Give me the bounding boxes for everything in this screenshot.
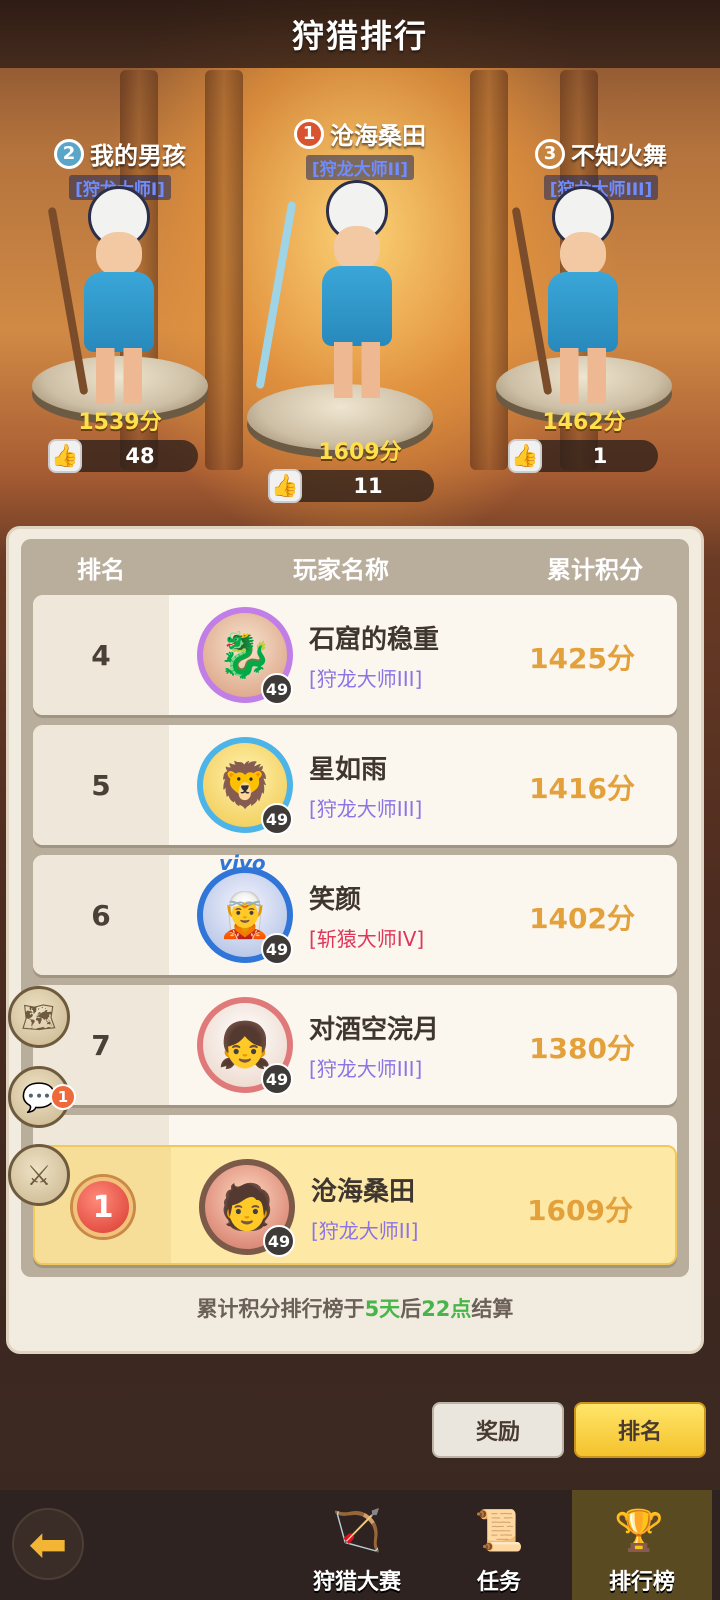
rank-medal-icon: 3 — [535, 138, 565, 169]
like-button[interactable]: 👍 48 — [48, 439, 198, 473]
level-badge: 49 — [261, 1063, 293, 1095]
back-arrow-icon[interactable]: ⬅ — [12, 1508, 84, 1580]
podium-score: 1539分 — [78, 410, 162, 435]
ranking-panel: 排名 玩家名称 累计积分 4 🐉 49 石窟的稳重 [狩龙大师III] 1425… — [6, 526, 704, 1354]
settle-suffix: 结算 — [471, 1297, 514, 1321]
level-badge: 49 — [261, 673, 293, 705]
podium-name: 沧海桑田 — [330, 122, 426, 150]
map-scroll-icon[interactable]: 🗺 — [8, 986, 70, 1048]
reward-tab-button[interactable]: 奖励 — [432, 1402, 564, 1458]
page-header: 狩猎排行 — [0, 0, 720, 68]
row-rank: 5 — [33, 725, 169, 845]
character-model[interactable] — [511, 186, 642, 416]
player-name: 笑颜 — [309, 885, 362, 915]
table-row[interactable]: 7 👧 49 对酒空浣月 [狩龙大师III] 1380分 — [33, 985, 677, 1105]
podium-name: 不知火舞 — [571, 142, 667, 170]
nav-label: 狩猎大赛 — [312, 1570, 401, 1595]
settle-mid: 后 — [400, 1297, 422, 1321]
player-title: [狩龙大师III] — [309, 1057, 423, 1081]
character-model[interactable] — [47, 186, 178, 416]
thumbs-up-icon: 👍 — [508, 439, 542, 473]
nav-label: 任务 — [476, 1570, 521, 1595]
ranking-list[interactable]: 排名 玩家名称 累计积分 4 🐉 49 石窟的稳重 [狩龙大师III] 1425… — [21, 539, 689, 1277]
player-title: [狩龙大师III] — [309, 667, 423, 691]
nav-label: 排行榜 — [608, 1570, 675, 1595]
player-score: 1416分 — [529, 772, 635, 805]
sword-icon[interactable]: ⚔ — [8, 1144, 70, 1206]
rank-tab-button[interactable]: 排名 — [574, 1402, 706, 1458]
player-score: 1380分 — [529, 1032, 635, 1065]
rank-medal-icon: 1 — [73, 1177, 133, 1237]
level-badge: 49 — [261, 803, 293, 835]
podium-name: 我的男孩 — [90, 142, 186, 170]
table-row[interactable]: 4 🐉 49 石窟的稳重 [狩龙大师III] 1425分 — [33, 595, 677, 715]
table-row[interactable]: 5 🦁 49 星如雨 [狩龙大师III] 1416分 — [33, 725, 677, 845]
bottom-nav: ⬅ 🏹 狩猎大赛 📜 任务 🏆 排行榜 — [0, 1490, 720, 1600]
my-rank-row[interactable]: 1 🧑 49 沧海桑田 [狩龙大师II] 1609分 — [33, 1145, 677, 1265]
player-title: [狩龙大师II] — [311, 1219, 419, 1243]
row-rank: 4 — [33, 595, 169, 715]
like-count: 1 — [592, 444, 608, 468]
nav-leaderboard[interactable]: 🏆 排行榜 — [572, 1490, 712, 1600]
like-button[interactable]: 👍 11 — [268, 469, 434, 503]
nav-hunting-contest[interactable]: 🏹 狩猎大赛 — [290, 1490, 424, 1600]
podium-score: 1462分 — [542, 410, 626, 435]
vivo-badge: vivo — [219, 851, 266, 875]
player-name: 星如雨 — [309, 755, 388, 785]
rank-medal-icon: 2 — [54, 138, 84, 169]
player-score: 1609分 — [527, 1194, 633, 1227]
character-model[interactable] — [255, 180, 416, 410]
player-title: [狩龙大师III] — [309, 797, 423, 821]
podium-first[interactable]: 1 沧海桑田 [狩龙大师II] — [230, 116, 490, 180]
notification-badge: 1 — [50, 1084, 76, 1110]
level-badge: 49 — [261, 933, 293, 965]
like-button[interactable]: 👍 1 — [508, 439, 658, 473]
player-score: 1402分 — [529, 902, 635, 935]
podium-score: 1609分 — [318, 440, 402, 465]
thumbs-up-icon: 👍 — [268, 469, 302, 503]
player-score: 1425分 — [529, 642, 635, 675]
thumbs-up-icon: 👍 — [48, 439, 82, 473]
rank-medal-icon: 1 — [294, 118, 324, 149]
header-rank: 排名 — [77, 555, 125, 584]
header-player-name: 玩家名称 — [293, 555, 389, 584]
player-title: [斩猿大师IV] — [309, 927, 425, 951]
header-total-score: 累计积分 — [547, 555, 643, 584]
nav-tasks[interactable]: 📜 任务 — [432, 1490, 566, 1600]
scroll-star-icon: 📜 — [474, 1507, 524, 1554]
row-rank: 6 — [33, 855, 169, 975]
podium-icon: 🏆 — [614, 1507, 664, 1554]
player-name: 对酒空浣月 — [309, 1015, 440, 1045]
like-count: 11 — [353, 474, 383, 498]
table-row[interactable]: 6 🧝 vivo 49 笑颜 [斩猿大师IV] 1402分 — [33, 851, 677, 975]
settle-hour: 22点 — [421, 1297, 472, 1321]
settlement-notice: 累计积分排行榜于5天后22点结算 — [9, 1293, 701, 1323]
column-headers: 排名 玩家名称 累计积分 — [21, 539, 689, 595]
player-name: 石窟的稳重 — [309, 625, 440, 655]
level-badge: 49 — [263, 1225, 295, 1257]
player-name: 沧海桑田 — [311, 1177, 416, 1207]
settle-prefix: 累计积分排行榜于 — [196, 1297, 365, 1321]
bow-arrow-icon: 🏹 — [332, 1507, 382, 1554]
podium-title: [狩龙大师II] — [305, 155, 415, 180]
like-count: 48 — [125, 444, 155, 468]
settle-days: 5天 — [364, 1297, 401, 1321]
page-title: 狩猎排行 — [291, 17, 428, 55]
